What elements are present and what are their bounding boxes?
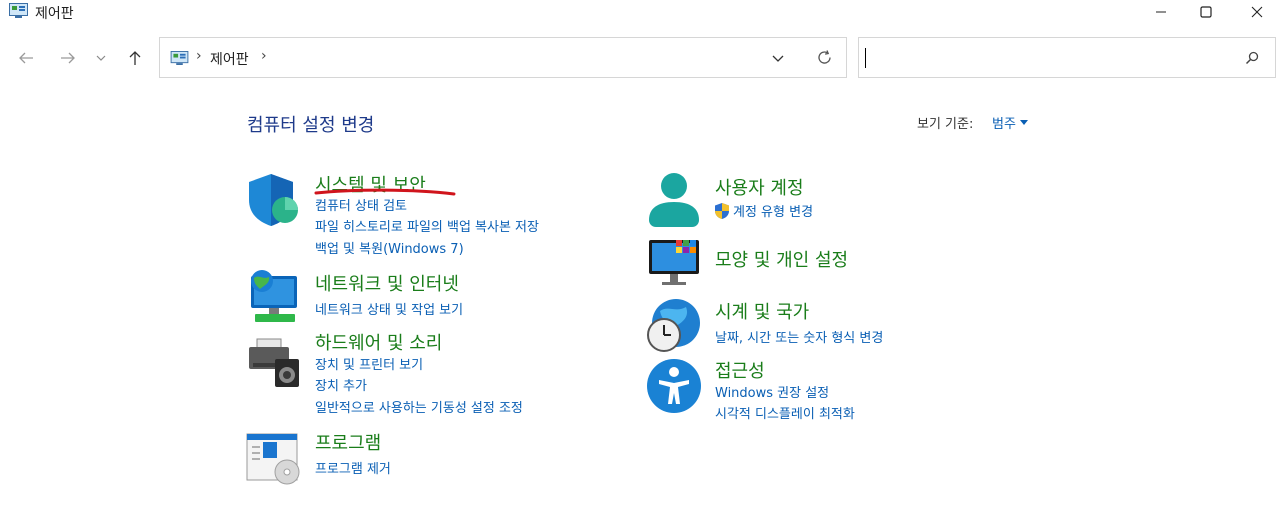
category-title-user-accounts[interactable]: 사용자 계정 xyxy=(715,174,804,200)
category-title-hardware-sound[interactable]: 하드웨어 및 소리 xyxy=(315,329,442,355)
address-dropdown-button[interactable] xyxy=(771,50,785,69)
accessibility-icon xyxy=(647,359,701,413)
search-box[interactable] xyxy=(858,37,1276,78)
link-uninstall-program[interactable]: 프로그램 제거 xyxy=(315,458,391,477)
control-panel-icon xyxy=(170,51,189,65)
category-title-programs[interactable]: 프로그램 xyxy=(315,429,381,455)
arrow-up-icon xyxy=(129,51,141,65)
arrow-right-icon xyxy=(61,52,75,64)
category-title-clock-region[interactable]: 시계 및 국가 xyxy=(715,298,809,324)
link-network-status[interactable]: 네트워크 상태 및 작업 보기 xyxy=(315,299,463,318)
network-globe-icon xyxy=(251,270,297,322)
breadcrumb-separator[interactable]: › xyxy=(196,48,202,64)
category-title-appearance[interactable]: 모양 및 개인 설정 xyxy=(715,246,848,272)
page-heading: 컴퓨터 설정 변경 xyxy=(247,115,375,136)
refresh-button[interactable] xyxy=(816,49,833,70)
category-title-network-internet[interactable]: 네트워크 및 인터넷 xyxy=(315,270,459,296)
programs-disc-icon xyxy=(246,433,300,485)
category-title-ease-of-access[interactable]: 접근성 xyxy=(715,357,765,383)
close-icon xyxy=(1251,6,1263,18)
close-button[interactable] xyxy=(1234,0,1280,24)
control-panel-icon xyxy=(9,3,28,18)
search-icon[interactable] xyxy=(1245,51,1259,65)
breadcrumb-separator[interactable]: › xyxy=(261,48,267,64)
monitor-palette-icon xyxy=(649,240,699,285)
link-change-account-type-row[interactable]: 계정 유형 변경 xyxy=(713,201,813,220)
user-icon xyxy=(649,173,699,227)
forward-button[interactable] xyxy=(54,44,82,72)
breadcrumb-control-panel[interactable]: 제어판 xyxy=(210,49,249,69)
link-optimize-visual-display[interactable]: 시각적 디스플레이 최적화 xyxy=(715,403,855,422)
link-windows-recommended-settings[interactable]: Windows 권장 설정 xyxy=(715,382,829,401)
recent-locations-button[interactable] xyxy=(88,44,114,72)
link-mobility-settings[interactable]: 일반적으로 사용하는 기동성 설정 조정 xyxy=(315,397,523,416)
link-backup-restore[interactable]: 백업 및 복원(Windows 7) xyxy=(315,238,464,257)
arrow-left-icon xyxy=(19,52,33,64)
clock-globe-icon xyxy=(647,299,700,352)
chevron-down-icon xyxy=(96,55,106,61)
maximize-icon xyxy=(1200,6,1212,18)
minimize-icon xyxy=(1156,11,1166,13)
back-button[interactable] xyxy=(12,44,40,72)
refresh-icon xyxy=(818,50,831,64)
up-button[interactable] xyxy=(121,44,149,72)
dropdown-triangle-icon xyxy=(1019,120,1028,125)
link-review-computer-status[interactable]: 컴퓨터 상태 검토 xyxy=(315,195,407,214)
window-title: 제어판 xyxy=(35,6,74,22)
view-by-dropdown[interactable]: 범주 xyxy=(992,113,1028,132)
search-input[interactable] xyxy=(869,46,1243,70)
view-by-label: 보기 기준: xyxy=(917,117,974,132)
address-bar[interactable]: › 제어판 › xyxy=(159,37,847,78)
chevron-down-icon xyxy=(772,55,784,62)
shield-icon xyxy=(249,174,298,226)
minimize-button[interactable] xyxy=(1138,0,1184,24)
view-by-value[interactable]: 범주 xyxy=(992,113,1016,132)
link-add-device[interactable]: 장치 추가 xyxy=(315,375,367,394)
text-caret xyxy=(865,48,866,68)
link-change-account-type[interactable]: 계정 유형 변경 xyxy=(733,201,813,220)
printer-speaker-icon xyxy=(249,338,299,387)
link-date-time-number-format[interactable]: 날짜, 시간 또는 숫자 형식 변경 xyxy=(715,327,883,346)
link-devices-printers[interactable]: 장치 및 프린터 보기 xyxy=(315,354,423,373)
title-bar: 제어판 xyxy=(0,0,1280,26)
uac-shield-icon xyxy=(715,202,729,219)
maximize-button[interactable] xyxy=(1183,0,1229,24)
link-file-history-backup[interactable]: 파일 히스토리로 파일의 백업 복사본 저장 xyxy=(315,216,539,235)
